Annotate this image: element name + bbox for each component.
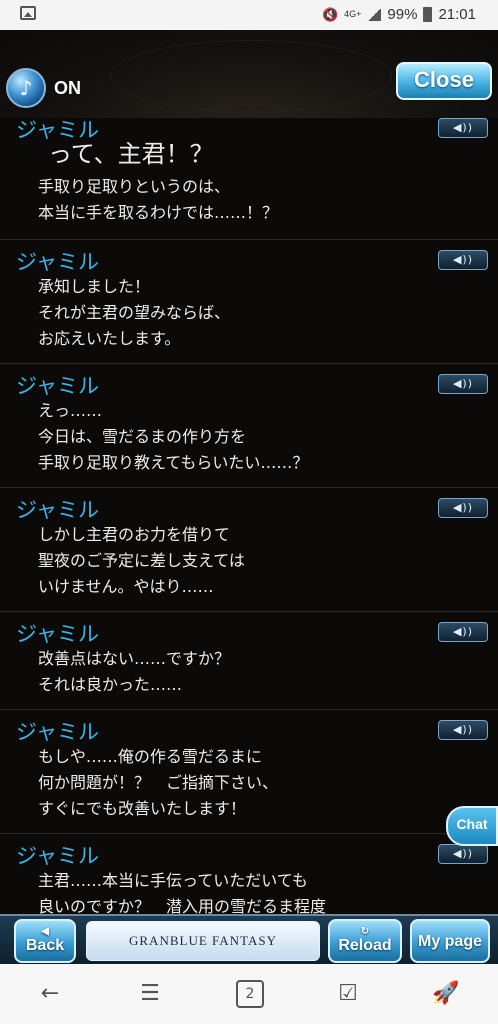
voice-play-button[interactable]: ◀)) xyxy=(438,250,488,270)
dialogue-text: 承知しました！ それが主君の望みならば、 お応えいたします。 xyxy=(38,274,230,352)
back-arrow-icon[interactable]: ← xyxy=(36,980,64,1008)
checkbox-icon[interactable]: ☑ xyxy=(334,980,362,1008)
voice-play-button[interactable]: ◀)) xyxy=(438,118,488,138)
dialogue-line: 本当に手を取るわけでは……！？ xyxy=(38,203,279,222)
speaker-name: ジャミル xyxy=(16,374,99,398)
back-button[interactable]: ◀ Back xyxy=(14,919,76,963)
chat-button[interactable]: Chat xyxy=(446,806,498,846)
speaker-name: ジャミル xyxy=(16,250,99,274)
sound-toggle[interactable]: ♪ ON xyxy=(6,68,81,108)
close-button[interactable]: Close xyxy=(396,62,492,100)
status-bar: 🔇 4G+ 99% 21:01 xyxy=(0,0,498,30)
dialogue-line: 聖夜のご予定に差し支えては xyxy=(38,551,245,570)
mypage-label: My page xyxy=(417,933,482,950)
dialogue-log[interactable]: ジャミル ◀)) って、主君！？ 手取り足取りというのは、本当に手を取るわけでは… xyxy=(0,108,498,914)
dialogue-text: 手取り足取りというのは、本当に手を取るわけでは……！？ xyxy=(38,174,278,226)
game-logo[interactable]: GRANBLUE FANTASY xyxy=(86,921,320,961)
dialogue-line: 改善点はない……ですか？ xyxy=(38,649,231,668)
dialogue-line: 今日は、雪だるまの作り方を xyxy=(38,427,247,446)
sound-state-label: ON xyxy=(54,77,81,98)
dialogue-line: それは良かった…… xyxy=(38,675,183,694)
menu-icon[interactable]: ☰ xyxy=(136,980,164,1008)
battery-percent: 99% xyxy=(387,6,418,23)
rocket-icon[interactable]: 🚀 xyxy=(432,980,460,1008)
game-nav-bar: ◀ Back GRANBLUE FANTASY ↻ Reload My page xyxy=(0,914,498,966)
voice-play-button[interactable]: ◀)) xyxy=(438,844,488,864)
header-ornament xyxy=(110,40,392,112)
status-icons: 🔇 4G+ 99% 21:01 xyxy=(322,6,476,23)
dialogue-line: いけません。やはり…… xyxy=(38,577,214,596)
dialogue-line: 良いのですか？ 潜入用の雪だるま程度 xyxy=(38,897,327,914)
clock: 21:01 xyxy=(438,6,476,23)
signal-icon xyxy=(367,8,382,21)
speaker-name: ジャミル xyxy=(16,844,99,868)
mute-icon: 🔇 xyxy=(321,6,339,22)
dialogue-line: それが主君の望みならば、 xyxy=(38,303,231,322)
reload-button[interactable]: ↻ Reload xyxy=(328,919,402,963)
tabs-count-icon[interactable]: 2 xyxy=(236,980,264,1008)
dialogue-line: 手取り足取りというのは、 xyxy=(38,177,231,196)
log-entry: ジャミル ◀)) 改善点はない……ですか？ それは良かった…… xyxy=(0,612,498,710)
gallery-icon xyxy=(20,6,36,20)
dialogue-text: 改善点はない……ですか？ それは良かった…… xyxy=(38,646,230,698)
music-note-icon[interactable]: ♪ xyxy=(6,68,46,108)
dialogue-line: しかし主君のお力を借りて xyxy=(38,525,231,544)
speaker-name: ジャミル xyxy=(16,720,99,744)
dialogue-line: 何か問題が！？ ご指摘下さい、 xyxy=(38,773,279,792)
dialogue-line: 承知しました！ xyxy=(38,277,151,296)
voice-play-button[interactable]: ◀)) xyxy=(438,374,488,394)
dialogue-text: えっ…… 今日は、雪だるまの作り方を手取り足取り教えてもらいたい……？ xyxy=(38,398,308,476)
dialogue-line: すぐにでも改善いたします！ xyxy=(38,799,247,818)
dialogue-line: 主君……本当に手伝っていただいても xyxy=(38,871,308,890)
dialogue-text: もしや……俺の作る雪だるまに 何か問題が！？ ご指摘下さい、 すぐにでも改善いたしま… xyxy=(38,744,278,822)
dialogue-line: えっ…… xyxy=(38,401,103,420)
back-arrow-icon: ◀ xyxy=(41,926,49,937)
voice-play-button[interactable]: ◀)) xyxy=(438,498,488,518)
log-entry: ジャミル ◀)) しかし主君のお力を借りて 聖夜のご予定に差し支えては いけません。… xyxy=(0,488,498,612)
network-type: 4G+ xyxy=(344,9,362,19)
log-entry: ジャミル ◀)) えっ…… 今日は、雪だるまの作り方を手取り足取り教えてもらいたい… xyxy=(0,364,498,488)
voice-play-button[interactable]: ◀)) xyxy=(438,720,488,740)
reload-label: Reload xyxy=(338,937,392,954)
browser-nav-bar: ← ☰ 2 ☑ 🚀 xyxy=(0,964,498,1024)
speaker-name: ジャミル xyxy=(16,622,99,646)
dialogue-line: って、主君！？ xyxy=(48,140,214,168)
dialogue-text: って、主君！？ xyxy=(48,138,214,170)
dialogue-line: もしや……俺の作る雪だるまに xyxy=(38,747,262,766)
log-entry: ジャミル ◀)) って、主君！？ 手取り足取りというのは、 本当に手を取るわけでは… xyxy=(0,108,498,240)
reload-icon: ↻ xyxy=(360,926,370,937)
mypage-button[interactable]: My page xyxy=(410,919,490,963)
battery-icon xyxy=(423,7,433,22)
dialogue-line: 手取り足取り教えてもらいたい……？ xyxy=(38,453,309,472)
dialogue-text: しかし主君のお力を借りて 聖夜のご予定に差し支えては いけません。やはり…… xyxy=(38,522,245,600)
dialogue-text: 主君……本当に手伝っていただいても良いのですか？ 潜入用の雪だるま程度 xyxy=(38,868,326,914)
log-header: ♪ ON Close xyxy=(0,30,498,118)
dialogue-line: お応えいたします。 xyxy=(38,329,181,348)
speaker-name: ジャミル xyxy=(16,498,99,522)
log-entry: ジャミル ◀)) 主君……本当に手伝っていただいても良いのですか？ 潜入用の雪だ… xyxy=(0,834,498,914)
back-label: Back xyxy=(25,937,65,954)
voice-play-button[interactable]: ◀)) xyxy=(438,622,488,642)
log-entry: ジャミル ◀)) もしや……俺の作る雪だるまに 何か問題が！？ ご指摘下さい、 すぐ… xyxy=(0,710,498,834)
log-entry: ジャミル ◀)) 承知しました！ それが主君の望みならば、 お応えいたします。 xyxy=(0,240,498,364)
